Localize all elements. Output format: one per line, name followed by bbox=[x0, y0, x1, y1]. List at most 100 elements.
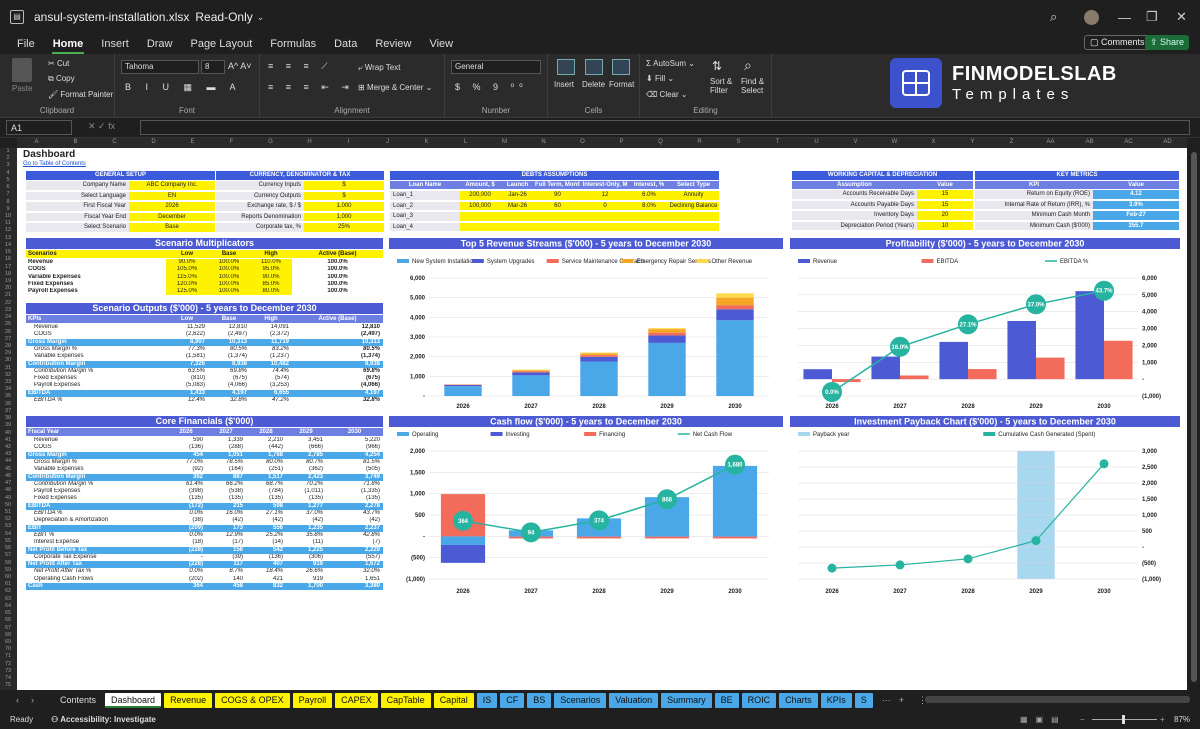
column-header[interactable]: G bbox=[251, 139, 290, 145]
sheet-tab-roic[interactable]: ROIC bbox=[741, 692, 777, 708]
insert-button[interactable]: Insert bbox=[554, 80, 574, 89]
column-header[interactable]: L bbox=[446, 139, 485, 145]
debts-cell[interactable] bbox=[500, 212, 535, 221]
column-header[interactable]: W bbox=[875, 139, 914, 145]
sheet-tab-cogs-opex[interactable]: COGS & OPEX bbox=[215, 692, 290, 708]
row-header[interactable]: 47 bbox=[0, 480, 16, 487]
row-header[interactable]: 9 bbox=[0, 206, 16, 213]
row-value[interactable]: 15 bbox=[917, 190, 973, 199]
menu-page-layout[interactable]: Page Layout bbox=[181, 34, 261, 54]
menu-file[interactable]: File bbox=[8, 34, 44, 54]
delete-cells-icon[interactable] bbox=[585, 59, 603, 75]
column-header[interactable]: N bbox=[524, 139, 563, 145]
debts-cell[interactable] bbox=[460, 222, 500, 231]
formula-input[interactable] bbox=[140, 120, 1190, 135]
sheet-tab-cf[interactable]: CF bbox=[500, 692, 525, 708]
insert-cells-icon[interactable] bbox=[557, 59, 575, 75]
file-mode[interactable]: Read-Only bbox=[195, 10, 252, 24]
row-header[interactable]: 67 bbox=[0, 625, 16, 632]
row-header[interactable]: 53 bbox=[0, 523, 16, 530]
row-header[interactable]: 65 bbox=[0, 610, 16, 617]
formula-icons[interactable]: ✕ ✓ fx bbox=[88, 121, 115, 132]
debts-cell[interactable]: 12 bbox=[580, 191, 630, 200]
row-header[interactable]: 45 bbox=[0, 466, 16, 473]
row-header[interactable]: 55 bbox=[0, 538, 16, 545]
sheet-tab-valuation[interactable]: Valuation bbox=[609, 692, 659, 708]
row-header[interactable]: 42 bbox=[0, 444, 16, 451]
row-header[interactable]: 35 bbox=[0, 393, 16, 400]
close-icon[interactable]: ✕ bbox=[1176, 9, 1187, 25]
row-header[interactable]: 7 bbox=[0, 191, 16, 198]
row-header[interactable]: 19 bbox=[0, 278, 16, 285]
row-header[interactable]: 46 bbox=[0, 473, 16, 480]
column-header[interactable]: P bbox=[602, 139, 641, 145]
column-header[interactable]: Z bbox=[992, 139, 1031, 145]
zoom-in-icon[interactable]: + bbox=[1160, 715, 1165, 724]
prev-sheet-icon[interactable]: ‹ bbox=[16, 695, 19, 705]
column-header[interactable]: AB bbox=[1070, 139, 1109, 145]
row-value[interactable]: 1,000 bbox=[304, 212, 384, 221]
row-header[interactable]: 12 bbox=[0, 227, 16, 234]
row-header[interactable]: 39 bbox=[0, 422, 16, 429]
name-box[interactable]: A1 bbox=[6, 120, 72, 135]
row-header[interactable]: 60 bbox=[0, 574, 16, 581]
row-header[interactable]: 66 bbox=[0, 617, 16, 624]
row-header[interactable]: 4 bbox=[0, 170, 16, 177]
menu-view[interactable]: View bbox=[420, 34, 462, 54]
row-header[interactable]: 25 bbox=[0, 321, 16, 328]
sheet-tab-be[interactable]: BE bbox=[714, 692, 739, 708]
debts-cell[interactable]: Declining Balance bbox=[668, 201, 719, 210]
row-header[interactable]: 54 bbox=[0, 531, 16, 538]
find-select-button[interactable]: Find & Select bbox=[741, 77, 771, 95]
column-header[interactable]: D bbox=[134, 139, 173, 145]
accessibility-status[interactable]: ⚇ Accessibility: Investigate bbox=[51, 715, 156, 724]
row-header[interactable]: 23 bbox=[0, 307, 16, 314]
row-header[interactable]: 21 bbox=[0, 292, 16, 299]
number-format-icons[interactable]: $ % 9 ⁰⁰ bbox=[455, 82, 528, 93]
debts-cell[interactable] bbox=[460, 212, 500, 221]
column-header[interactable]: I bbox=[329, 139, 368, 145]
row-header[interactable]: 56 bbox=[0, 545, 16, 552]
column-header[interactable]: S bbox=[719, 139, 758, 145]
row-header[interactable]: 38 bbox=[0, 415, 16, 422]
row-value[interactable]: December bbox=[129, 212, 215, 221]
row-header[interactable]: 16 bbox=[0, 256, 16, 263]
debts-cell[interactable]: Annuity bbox=[668, 191, 719, 200]
row-header[interactable]: 70 bbox=[0, 646, 16, 653]
horizontal-scrollbar[interactable] bbox=[925, 696, 1190, 703]
row-header[interactable]: 37 bbox=[0, 408, 16, 415]
sheet-tab-bs[interactable]: BS bbox=[527, 692, 552, 708]
debts-cell[interactable]: 100,000 bbox=[460, 201, 500, 210]
debts-cell[interactable] bbox=[630, 222, 668, 231]
format-painter-button[interactable]: 🖌 Format Painter bbox=[48, 90, 113, 99]
row-header[interactable]: 2 bbox=[0, 155, 16, 162]
debts-cell[interactable]: 0 bbox=[580, 201, 630, 210]
sheet-tab-revenue[interactable]: Revenue bbox=[164, 692, 213, 708]
row-header[interactable]: 1 bbox=[0, 148, 16, 155]
row-value[interactable]: $ bbox=[304, 191, 384, 200]
row-value[interactable]: Base bbox=[129, 223, 215, 232]
row-header[interactable]: 62 bbox=[0, 588, 16, 595]
column-header[interactable]: F bbox=[212, 139, 251, 145]
toc-link[interactable]: Go to Table of Contents bbox=[23, 161, 86, 167]
row-header[interactable]: 26 bbox=[0, 329, 16, 336]
row-value[interactable]: 1.000 bbox=[304, 202, 384, 211]
format-cells-icon[interactable] bbox=[612, 59, 630, 75]
row-header[interactable]: 49 bbox=[0, 495, 16, 502]
paste-icon[interactable] bbox=[12, 58, 32, 82]
column-header[interactable]: AC bbox=[1109, 139, 1148, 145]
row-header[interactable]: 18 bbox=[0, 271, 16, 278]
column-header[interactable]: C bbox=[95, 139, 134, 145]
font-family-select[interactable]: Tahoma bbox=[121, 60, 199, 74]
restore-icon[interactable]: ❐ bbox=[1146, 9, 1158, 25]
scroll-thumb[interactable] bbox=[1191, 152, 1197, 682]
row-header[interactable]: 17 bbox=[0, 264, 16, 271]
column-header[interactable]: AD bbox=[1148, 139, 1187, 145]
row-header[interactable]: 44 bbox=[0, 458, 16, 465]
fill-button[interactable]: ⬇ Fill ⌄ bbox=[646, 74, 674, 83]
debts-cell[interactable] bbox=[668, 222, 719, 231]
column-header[interactable]: B bbox=[56, 139, 95, 145]
row-header[interactable]: 41 bbox=[0, 437, 16, 444]
row-value[interactable]: 4.12 bbox=[1093, 190, 1179, 199]
row-header[interactable]: 3 bbox=[0, 162, 16, 169]
